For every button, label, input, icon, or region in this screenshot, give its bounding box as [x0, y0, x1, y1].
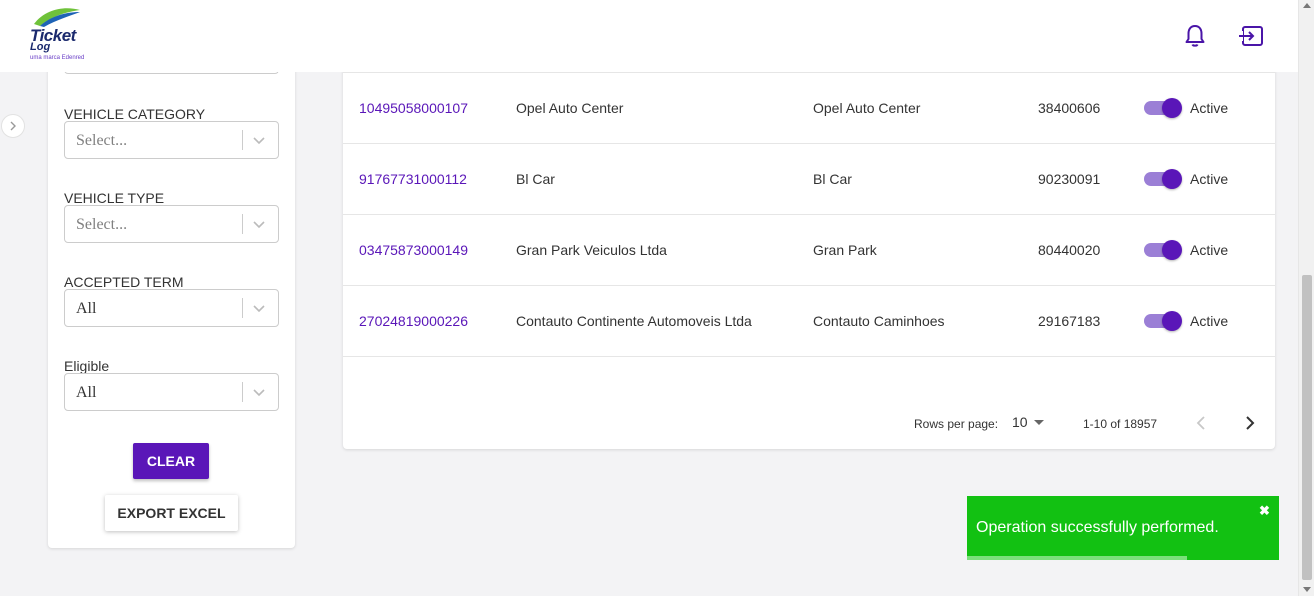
vehicle-category-label: VEHICLE CATEGORY: [64, 106, 206, 122]
table-row: 91767731000112 Bl Car Bl Car 90230091 Active: [343, 144, 1275, 215]
success-toast: Operation successfully performed. ✖: [967, 496, 1279, 560]
ticket-log-logo[interactable]: Ticket Log uma marca Edenred: [28, 4, 88, 64]
logo-tagline: uma marca Edenred: [30, 55, 85, 61]
toggle-knob: [1162, 240, 1182, 260]
status-label: Active: [1190, 242, 1229, 258]
cnpj-link[interactable]: 91767731000112: [359, 171, 467, 187]
chevron-left-icon[interactable]: [1194, 415, 1210, 431]
vehicle-category-value: Select...: [76, 132, 128, 149]
accepted-term-select[interactable]: All: [64, 289, 279, 327]
filter-panel: VEHICLE CATEGORY Select... VEHICLE TYPE …: [48, 20, 295, 548]
status-label: Active: [1190, 171, 1229, 187]
status-toggle[interactable]: [1144, 240, 1182, 260]
vehicle-type-select[interactable]: Select...: [64, 205, 279, 243]
cnpj-link[interactable]: 10495058000107: [359, 100, 468, 116]
toggle-knob: [1162, 98, 1182, 118]
chevron-right-icon: [10, 121, 16, 131]
eligible-label: Eligible: [64, 358, 110, 374]
pagination-range: 1-10 of 18957: [1083, 417, 1158, 431]
logo-text-log: Log: [30, 41, 51, 53]
toast-message: Operation successfully performed.: [976, 519, 1219, 536]
vehicle-type-value: Select...: [76, 216, 128, 233]
status-toggle[interactable]: [1144, 98, 1182, 118]
trade-name: Bl Car: [813, 171, 852, 187]
select-separator: [242, 382, 243, 402]
vehicle-category-select[interactable]: Select...: [64, 121, 279, 159]
page-scrollbar[interactable]: [1298, 0, 1314, 596]
company-name: Opel Auto Center: [516, 100, 624, 116]
chevron-down-icon[interactable]: [252, 133, 266, 147]
vehicle-type-label: VEHICLE TYPE: [64, 190, 165, 206]
app-header: Ticket Log uma marca Edenred: [0, 0, 1298, 72]
cnpj-link[interactable]: 03475873000149: [359, 242, 468, 258]
chevron-down-icon[interactable]: [252, 301, 266, 315]
rows-per-page-select[interactable]: 10: [1012, 414, 1028, 430]
establishment-code: 80440020: [1038, 242, 1101, 258]
establishment-code: 38400606: [1038, 100, 1101, 116]
select-separator: [242, 130, 243, 150]
scroll-down-arrow-icon[interactable]: [1303, 587, 1311, 592]
rows-per-page-label: Rows per page:: [914, 417, 999, 431]
table-row: 10495058000107 Opel Auto Center Opel Auto …: [343, 73, 1275, 144]
scrollbar-thumb[interactable]: [1302, 275, 1312, 580]
leaf-icon: [34, 8, 80, 27]
close-icon[interactable]: ✖: [1259, 503, 1270, 519]
trade-name: Contauto Caminhoes: [813, 313, 945, 329]
select-separator: [242, 298, 243, 318]
export-excel-button[interactable]: EXPORT EXCEL: [105, 495, 238, 531]
scroll-up-arrow-icon[interactable]: [1303, 3, 1311, 8]
trade-name: Opel Auto Center: [813, 100, 921, 116]
table-row: 03475873000149 Gran Park Veiculos Ltda Gra…: [343, 215, 1275, 286]
clear-button[interactable]: CLEAR: [133, 443, 209, 479]
eligible-value: All: [76, 384, 97, 401]
chevron-down-icon[interactable]: [252, 217, 266, 231]
select-separator: [242, 214, 243, 234]
status-toggle[interactable]: [1144, 169, 1182, 189]
cnpj-link[interactable]: 27024819000226: [359, 313, 468, 329]
caret-down-icon[interactable]: [1034, 420, 1044, 425]
eligible-select[interactable]: All: [64, 373, 279, 411]
status-toggle[interactable]: [1144, 311, 1182, 331]
bell-icon[interactable]: [1184, 24, 1206, 48]
status-label: Active: [1190, 100, 1229, 116]
accepted-term-value: All: [76, 300, 97, 317]
toast-progress-bar: [967, 556, 1187, 560]
table-row: 27024819000226 Contauto Continente Automo…: [343, 286, 1275, 357]
status-label: Active: [1190, 313, 1229, 329]
exit-icon[interactable]: [1238, 25, 1264, 47]
accepted-term-label: ACCEPTED TERM: [64, 274, 184, 290]
company-name: Contauto Continente Automoveis Ltda: [516, 313, 752, 329]
trade-name: Gran Park: [813, 242, 877, 258]
toggle-knob: [1162, 311, 1182, 331]
company-name: Gran Park Veiculos Ltda: [516, 242, 667, 258]
establishment-code: 90230091: [1038, 171, 1101, 187]
chevron-right-icon[interactable]: [1242, 415, 1258, 431]
toggle-knob: [1162, 169, 1182, 189]
table-pagination: Rows per page: 10 1-10 of 18957: [343, 400, 1275, 449]
chevron-down-icon[interactable]: [252, 385, 266, 399]
company-name: Bl Car: [516, 171, 555, 187]
establishment-code: 29167183: [1038, 313, 1101, 329]
sidebar-expand-button[interactable]: [1, 114, 25, 138]
results-table: 08751372000161Camelo Comercio E Distribu…: [343, 20, 1275, 449]
